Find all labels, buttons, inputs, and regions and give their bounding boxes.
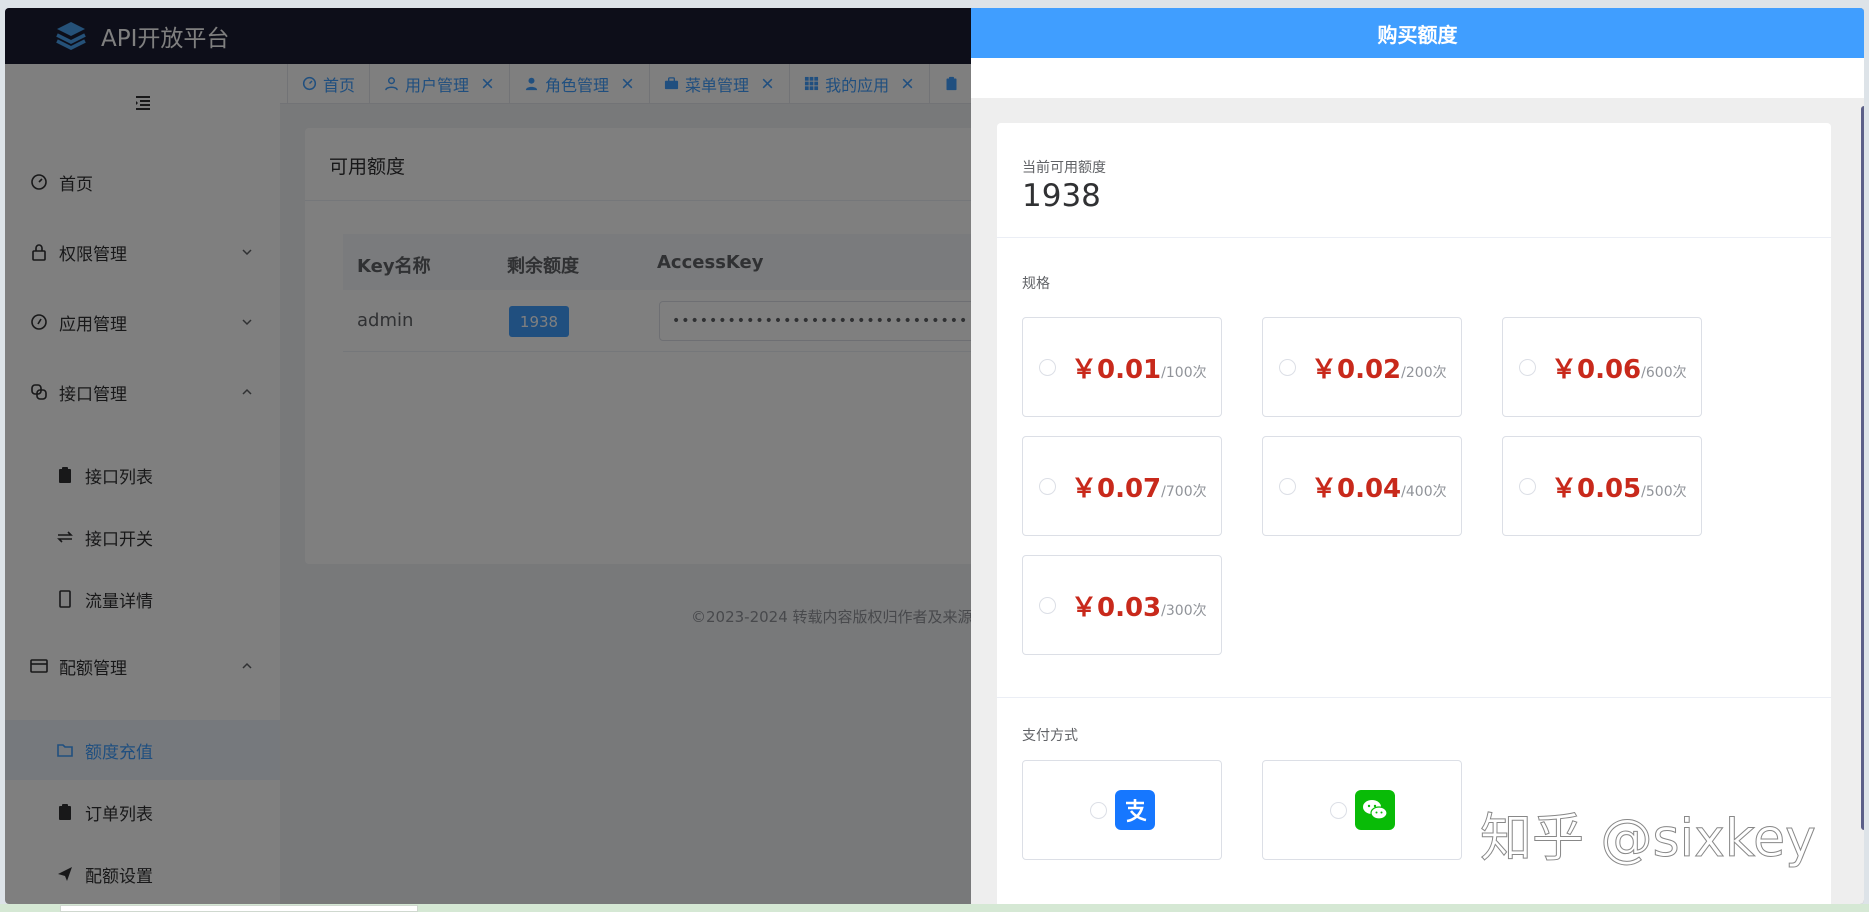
radio-button[interactable] [1089, 801, 1107, 819]
spec-count: /700次 [1161, 484, 1207, 500]
drawer-toolbar [971, 58, 1864, 98]
spec-count: /100次 [1161, 365, 1207, 381]
spec-option[interactable]: ￥0.05 /500次 [1502, 436, 1702, 536]
radio-button[interactable] [1279, 477, 1296, 495]
spec-price: ￥0.04 [1311, 473, 1402, 504]
spec-option[interactable]: ￥0.04 /400次 [1262, 436, 1462, 536]
spec-option[interactable]: ￥0.02 /200次 [1262, 317, 1462, 417]
spec-count: /400次 [1401, 484, 1447, 500]
purchase-panel: 当前可用额度 1938 规格 ￥0.01 /100次 ￥0.02 /200次 ￥… [997, 123, 1831, 904]
pay-option-alipay[interactable] [1022, 760, 1222, 860]
drawer-title: 购买额度 [971, 8, 1864, 58]
spec-option[interactable]: ￥0.01 /100次 [1022, 317, 1222, 417]
spec-price: ￥0.06 [1551, 354, 1642, 385]
radio-button[interactable] [1329, 801, 1347, 819]
radio-button[interactable] [1039, 477, 1056, 495]
pay-option-wechat[interactable] [1262, 760, 1462, 860]
wechat-pay-icon [1354, 790, 1395, 830]
spec-count: /500次 [1641, 484, 1687, 500]
spec-price: ￥0.03 [1071, 592, 1162, 623]
spec-option[interactable]: ￥0.06 /600次 [1502, 317, 1702, 417]
radio-button[interactable] [1519, 358, 1536, 376]
radio-button[interactable] [1279, 358, 1296, 376]
spec-price: ￥0.01 [1071, 354, 1162, 385]
current-quota-label: 当前可用额度 [1022, 160, 1106, 176]
payment-method-label: 支付方式 [1022, 728, 1078, 744]
spec-price: ￥0.05 [1551, 473, 1642, 504]
watermark: 知乎 @sixkey [1480, 809, 1817, 870]
spec-count: /200次 [1401, 365, 1447, 381]
divider [997, 697, 1831, 698]
spec-option[interactable]: ￥0.07 /700次 [1022, 436, 1222, 536]
spec-option[interactable]: ￥0.03 /300次 [1022, 555, 1222, 655]
drawer-scrollbar[interactable] [1861, 106, 1864, 830]
radio-button[interactable] [1039, 596, 1056, 614]
radio-button[interactable] [1039, 358, 1056, 376]
taskbar-tab[interactable] [60, 905, 418, 912]
purchase-drawer: 购买额度 当前可用额度 1938 规格 ￥0.01 /100次 ￥0.02 /2… [971, 8, 1864, 904]
spec-count: /600次 [1641, 365, 1687, 381]
divider [997, 237, 1831, 238]
spec-label: 规格 [1022, 276, 1050, 292]
app-window: API开放平台 首页 权限管理 应用管理 接口管理 接口列表 [5, 8, 1864, 904]
alipay-icon [1114, 790, 1155, 830]
current-quota-value: 1938 [1022, 178, 1101, 214]
spec-price: ￥0.02 [1311, 354, 1402, 385]
spec-count: /300次 [1161, 603, 1207, 619]
radio-button[interactable] [1519, 477, 1536, 495]
spec-price: ￥0.07 [1071, 473, 1162, 504]
